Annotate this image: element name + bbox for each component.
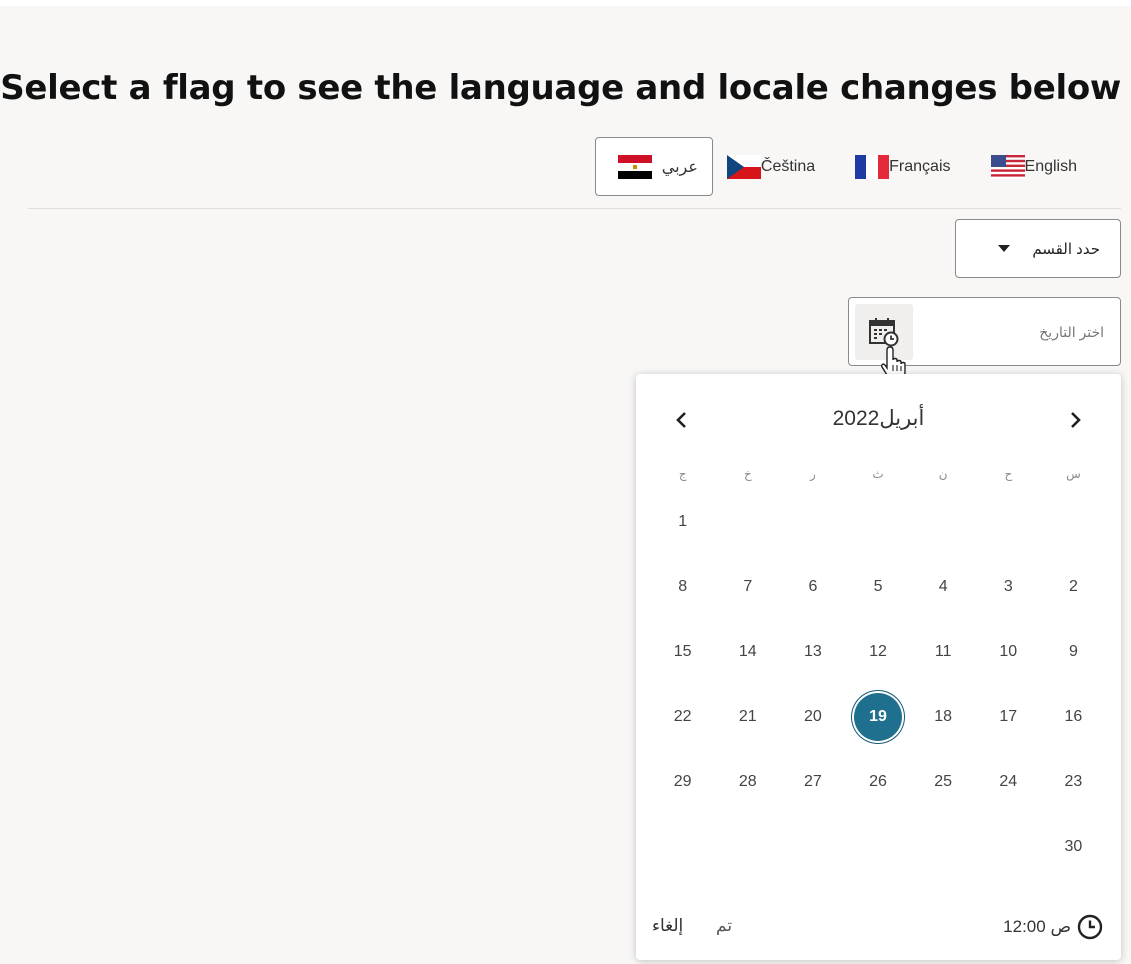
selected-day-marker: 19: [854, 692, 903, 741]
calendar-day[interactable]: 26: [846, 749, 911, 814]
flag-french[interactable]: Français: [841, 137, 976, 196]
calendar-empty-cell: [911, 814, 976, 879]
flag-czech[interactable]: Čeština: [713, 137, 841, 196]
calendar-empty-cell: [650, 814, 715, 879]
language-flag-bar: English Français Čeština عربي: [594, 137, 1103, 196]
calendar-grid: س ح ن ث ر خ ج 1 2 3 4 5 6 7 8 9 10 11 12 13 14 15 16 17 1…: [650, 459, 1106, 879]
calendar-empty-cell: [846, 814, 911, 879]
calendar-weeks: 1 2 3 4 5 6 7 8 9 10 11 12 13 14 15 16 17 18 19 20 21 22 23 24 2…: [650, 489, 1106, 879]
date-picker-popup: أبريل2022 س ح ن ث ر خ ج 1 2 3 4 5 6 7 8 9 10 11 12 1…: [636, 374, 1121, 960]
france-flag-icon: [855, 154, 890, 179]
done-button[interactable]: تم: [716, 916, 732, 936]
calendar-day[interactable]: 25: [911, 749, 976, 814]
calendar-day[interactable]: 13: [780, 619, 845, 684]
calendar-day[interactable]: 17: [976, 684, 1041, 749]
us-flag-icon: [990, 154, 1025, 179]
caret-down-icon: [998, 245, 1011, 252]
calendar-day[interactable]: 28: [715, 749, 780, 814]
calendar-day[interactable]: 11: [911, 619, 976, 684]
next-month-button[interactable]: [1057, 402, 1093, 438]
calendar-week-row: 23 24 25 26 27 28 29: [650, 749, 1106, 814]
flag-english-label: English: [1024, 157, 1077, 175]
weekday-label: ن: [938, 467, 948, 481]
calendar-day[interactable]: 29: [650, 749, 715, 814]
chevron-right-icon: [1071, 412, 1081, 428]
calendar-day[interactable]: 10: [976, 619, 1041, 684]
weekday-label: ج: [678, 467, 687, 481]
calendar-empty-cell: [715, 814, 780, 879]
section-select[interactable]: حدد القسم: [955, 219, 1121, 278]
calendar-day[interactable]: 21: [715, 684, 780, 749]
calendar-day[interactable]: 12: [846, 619, 911, 684]
calendar-day[interactable]: 5: [846, 554, 911, 619]
calendar-week-row: 2345678: [650, 554, 1106, 619]
calendar-day[interactable]: 19: [846, 684, 911, 749]
calendar-empty-cell: [976, 814, 1041, 879]
calendar-empty-cell: [715, 489, 780, 554]
calendar-empty-cell: [976, 489, 1041, 554]
time-selector[interactable]: 12:00 ص: [1003, 914, 1103, 940]
calendar-day[interactable]: 30: [1041, 814, 1106, 879]
time-value: 12:00 ص: [1003, 917, 1071, 936]
weekday-label: خ: [743, 467, 752, 481]
calendar-day[interactable]: 7: [715, 554, 780, 619]
calendar-week-row: 30: [650, 814, 1106, 879]
calendar-day[interactable]: 15: [650, 619, 715, 684]
weekday-label: ث: [872, 467, 884, 481]
flag-english[interactable]: English: [977, 137, 1103, 196]
calendar-day[interactable]: 9: [1041, 619, 1106, 684]
calendar-day[interactable]: 2: [1041, 554, 1106, 619]
weekday-label: ح: [1004, 467, 1013, 481]
calendar-day[interactable]: 8: [650, 554, 715, 619]
calendar-clock-icon: [869, 318, 899, 347]
calendar-empty-cell: [780, 814, 845, 879]
calendar-day[interactable]: 6: [780, 554, 845, 619]
calendar-title: أبريل2022: [832, 407, 925, 430]
calendar-week-row: 16 17 18 19 20 21 22: [650, 684, 1106, 749]
calendar-week-row: 9 10 11 12 13 14 15: [650, 619, 1106, 684]
calendar-empty-cell: [846, 489, 911, 554]
calendar-day[interactable]: 22: [650, 684, 715, 749]
calendar-day[interactable]: 14: [715, 619, 780, 684]
calendar-empty-cell: [911, 489, 976, 554]
weekday-label: س: [1066, 467, 1081, 481]
calendar-day[interactable]: 3: [976, 554, 1041, 619]
cancel-button[interactable]: إلغاء: [652, 916, 683, 936]
weekday-label: ر: [810, 467, 816, 481]
flag-arabic[interactable]: عربي: [594, 137, 713, 196]
calendar-day[interactable]: 24: [976, 749, 1041, 814]
calendar-day[interactable]: 1: [650, 489, 715, 554]
calendar-header: أبريل2022: [636, 402, 1121, 438]
czech-flag-icon: [726, 154, 761, 179]
calendar-day[interactable]: 18: [911, 684, 976, 749]
divider: [28, 208, 1121, 209]
calendar-footer: 12:00 ص تم إلغاء: [636, 902, 1121, 960]
clock-icon: [1077, 914, 1103, 940]
egypt-flag-icon: [617, 154, 652, 179]
date-input-placeholder: اختر التاريخ: [1039, 324, 1104, 340]
calendar-day[interactable]: 27: [780, 749, 845, 814]
flag-arabic-label: عربي: [661, 158, 698, 176]
page: Select a flag to see the language and lo…: [0, 6, 1131, 964]
calendar-day[interactable]: 16: [1041, 684, 1106, 749]
calendar-empty-cell: [780, 489, 845, 554]
calendar-week-row: 1: [650, 489, 1106, 554]
calendar-empty-cell: [1041, 489, 1106, 554]
calendar-day[interactable]: 4: [911, 554, 976, 619]
page-heading: Select a flag to see the language and lo…: [0, 68, 1121, 108]
weekday-header-row: س ح ن ث ر خ ج: [650, 459, 1106, 489]
flag-french-label: Français: [889, 157, 951, 175]
calendar-day[interactable]: 23: [1041, 749, 1106, 814]
calendar-day[interactable]: 20: [780, 684, 845, 749]
section-select-label: حدد القسم: [1032, 240, 1100, 258]
flag-czech-label: Čeština: [760, 157, 816, 175]
